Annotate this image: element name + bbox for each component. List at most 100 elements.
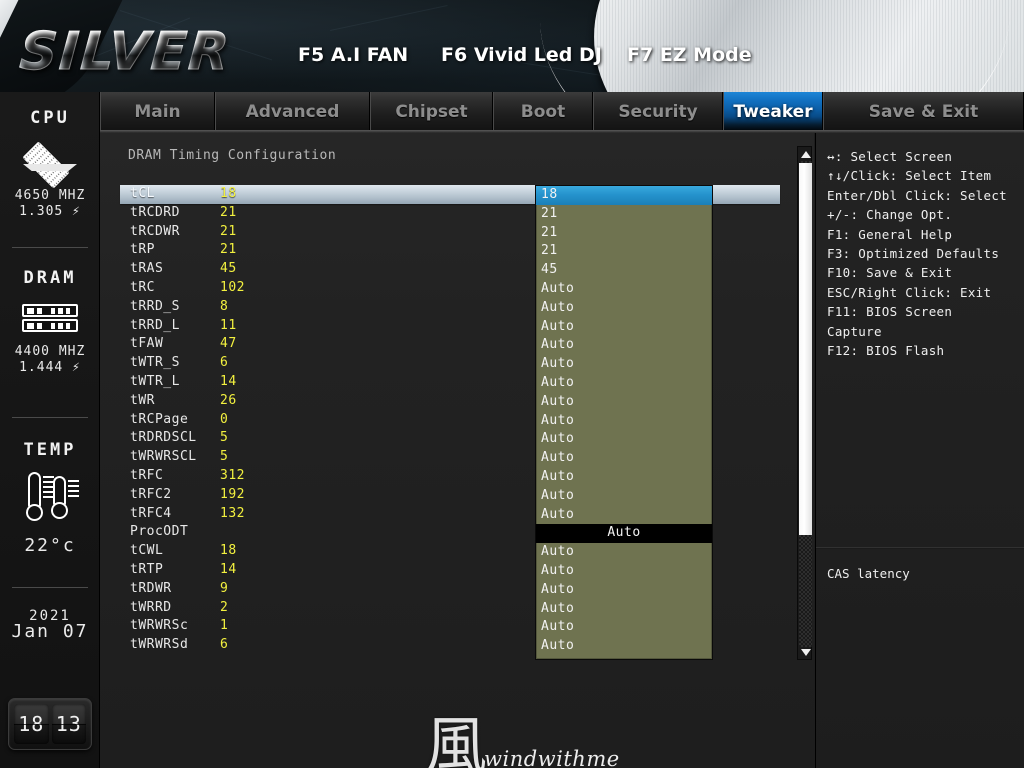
timing-value: 45 (220, 261, 237, 277)
timing-value: 9 (220, 580, 229, 596)
page-title: DRAM Timing Configuration (128, 148, 337, 163)
timing-label: tWR (130, 392, 155, 408)
setting-row[interactable]: 21 (536, 205, 712, 224)
setting-row[interactable]: Auto (536, 618, 712, 637)
header-link-f7-ez-mode[interactable]: F7 EZ Mode (627, 44, 752, 66)
setting-value: Auto (607, 525, 641, 541)
header-texture (330, 5, 448, 31)
setting-row[interactable]: Auto (536, 562, 712, 581)
setting-value: Auto (541, 468, 575, 484)
temp-value: 22°c (24, 535, 76, 556)
setting-value: Auto (541, 506, 575, 522)
setting-value: Auto (541, 487, 575, 503)
setting-row[interactable]: Auto (536, 581, 712, 600)
tab-tweaker[interactable]: Tweaker (723, 92, 823, 132)
setting-row[interactable]: Auto (536, 318, 712, 337)
timing-label: tRRD_S (130, 298, 180, 314)
timing-value: 18 (220, 543, 237, 559)
setting-value: Auto (541, 450, 575, 466)
watermark-latin: windwithme (484, 747, 620, 768)
sidebar-cpu-block: CPU 4650 MHZ 1.305 ⚡ (0, 108, 100, 220)
timing-label: tCL (130, 186, 155, 201)
dram-timing-value-list[interactable]: 18 21 21 21 45 Auto Auto Auto Auto Auto Auto Auto Au… (535, 185, 713, 660)
setting-row[interactable]: 45 (536, 261, 712, 280)
main-scrollbar[interactable] (797, 146, 812, 660)
status-sidebar: CPU 4650 MHZ 1.305 ⚡ DRAM 4400 MHZ 1.444… (0, 92, 100, 768)
setting-row[interactable]: Auto (536, 543, 712, 562)
help-key-item: F11: BIOS Screen (827, 304, 953, 320)
sidebar-dram-block: DRAM 4400 MHZ 1.444 ⚡ (0, 268, 100, 376)
setting-row[interactable]: Auto (536, 393, 712, 412)
setting-row[interactable]: Auto (536, 637, 712, 656)
tab-advanced[interactable]: Advanced (215, 92, 370, 132)
setting-row[interactable]: Auto (536, 600, 712, 619)
setting-row[interactable]: Auto (536, 524, 712, 544)
header-link-f5-ai-fan[interactable]: F5 A.I FAN (298, 44, 408, 66)
setting-row[interactable]: Auto (536, 336, 712, 355)
setting-value: Auto (541, 581, 575, 597)
setting-row[interactable]: Auto (536, 280, 712, 299)
setting-row[interactable]: Auto (536, 430, 712, 449)
help-key-item: F10: Save & Exit (827, 265, 953, 281)
watermark-cjk: 風 (425, 709, 488, 768)
setting-row[interactable]: Auto (536, 468, 712, 487)
setting-row[interactable]: Auto (536, 374, 712, 393)
help-divider (816, 547, 1024, 549)
timing-value: 6 (220, 355, 229, 371)
tab-security[interactable]: Security (593, 92, 723, 132)
tab-save-exit[interactable]: Save & Exit (823, 92, 1024, 132)
header-link-f6-vivid-led-dj[interactable]: F6 Vivid Led DJ (441, 44, 602, 66)
scroll-up-arrow-icon[interactable] (798, 147, 813, 161)
main-tab-bar: Main Advanced Chipset Boot Security Tweaker Sa… (100, 92, 1024, 132)
timing-value: 14 (220, 373, 237, 389)
setting-value: Auto (541, 412, 575, 428)
timing-label: tWRWRSc (130, 618, 189, 634)
help-key-item: Enter/Dbl Click: Select (827, 187, 1007, 203)
setting-value: Auto (541, 638, 575, 654)
setting-row[interactable]: Auto (536, 299, 712, 318)
tab-boot[interactable]: Boot (493, 92, 593, 132)
setting-row[interactable]: Auto (536, 487, 712, 506)
help-key-item: Capture (827, 323, 882, 339)
dimm-icon (0, 304, 100, 332)
sidebar-divider (12, 247, 88, 248)
timing-label: tRCDWR (130, 223, 180, 239)
dram-voltage: 1.444 ⚡ (19, 360, 81, 375)
timing-value: 26 (220, 392, 237, 408)
timing-label: tRCPage (130, 411, 189, 427)
silver-swoosh-edge (534, 0, 1016, 92)
watermark: 風 windwithme (425, 715, 619, 768)
timing-label: tRDWR (130, 580, 172, 596)
scrollbar-thumb[interactable] (799, 163, 812, 535)
help-key-item: F1: General Help (827, 226, 953, 242)
setting-value: Auto (541, 619, 575, 635)
scroll-down-arrow-icon[interactable] (798, 645, 813, 659)
timing-label: tWTR_L (130, 373, 180, 389)
setting-row[interactable]: 21 (536, 242, 712, 261)
setting-row[interactable]: 21 (536, 224, 712, 243)
sidebar-divider (12, 587, 88, 588)
timing-label: tCWL (130, 543, 164, 559)
flip-clock: 18 13 (8, 698, 92, 750)
help-panel: ↔: Select Screen ↑↓/Click: Select Item Ent… (815, 133, 1024, 768)
setting-row[interactable]: Auto (536, 449, 712, 468)
tab-chipset[interactable]: Chipset (370, 92, 493, 132)
timing-value: 18 (220, 186, 237, 201)
setting-value: Auto (541, 544, 575, 560)
setting-row[interactable]: Auto (536, 506, 712, 525)
date-day: Jan 07 (11, 621, 89, 642)
setting-value: Auto (541, 431, 575, 447)
setting-row[interactable]: Auto (536, 412, 712, 431)
setting-row[interactable]: 18 (536, 186, 712, 205)
setting-value: 21 (541, 205, 558, 221)
help-key-item: ↔: Select Screen (827, 149, 953, 164)
timing-label: ProcODT (130, 524, 189, 540)
timing-value: 21 (220, 204, 237, 220)
timing-value: 192 (220, 486, 245, 502)
setting-value: Auto (541, 280, 575, 296)
timing-value: 5 (220, 449, 229, 465)
timing-value: 132 (220, 505, 245, 521)
timing-value: 11 (220, 317, 237, 333)
tab-main[interactable]: Main (100, 92, 215, 132)
setting-row[interactable]: Auto (536, 355, 712, 374)
